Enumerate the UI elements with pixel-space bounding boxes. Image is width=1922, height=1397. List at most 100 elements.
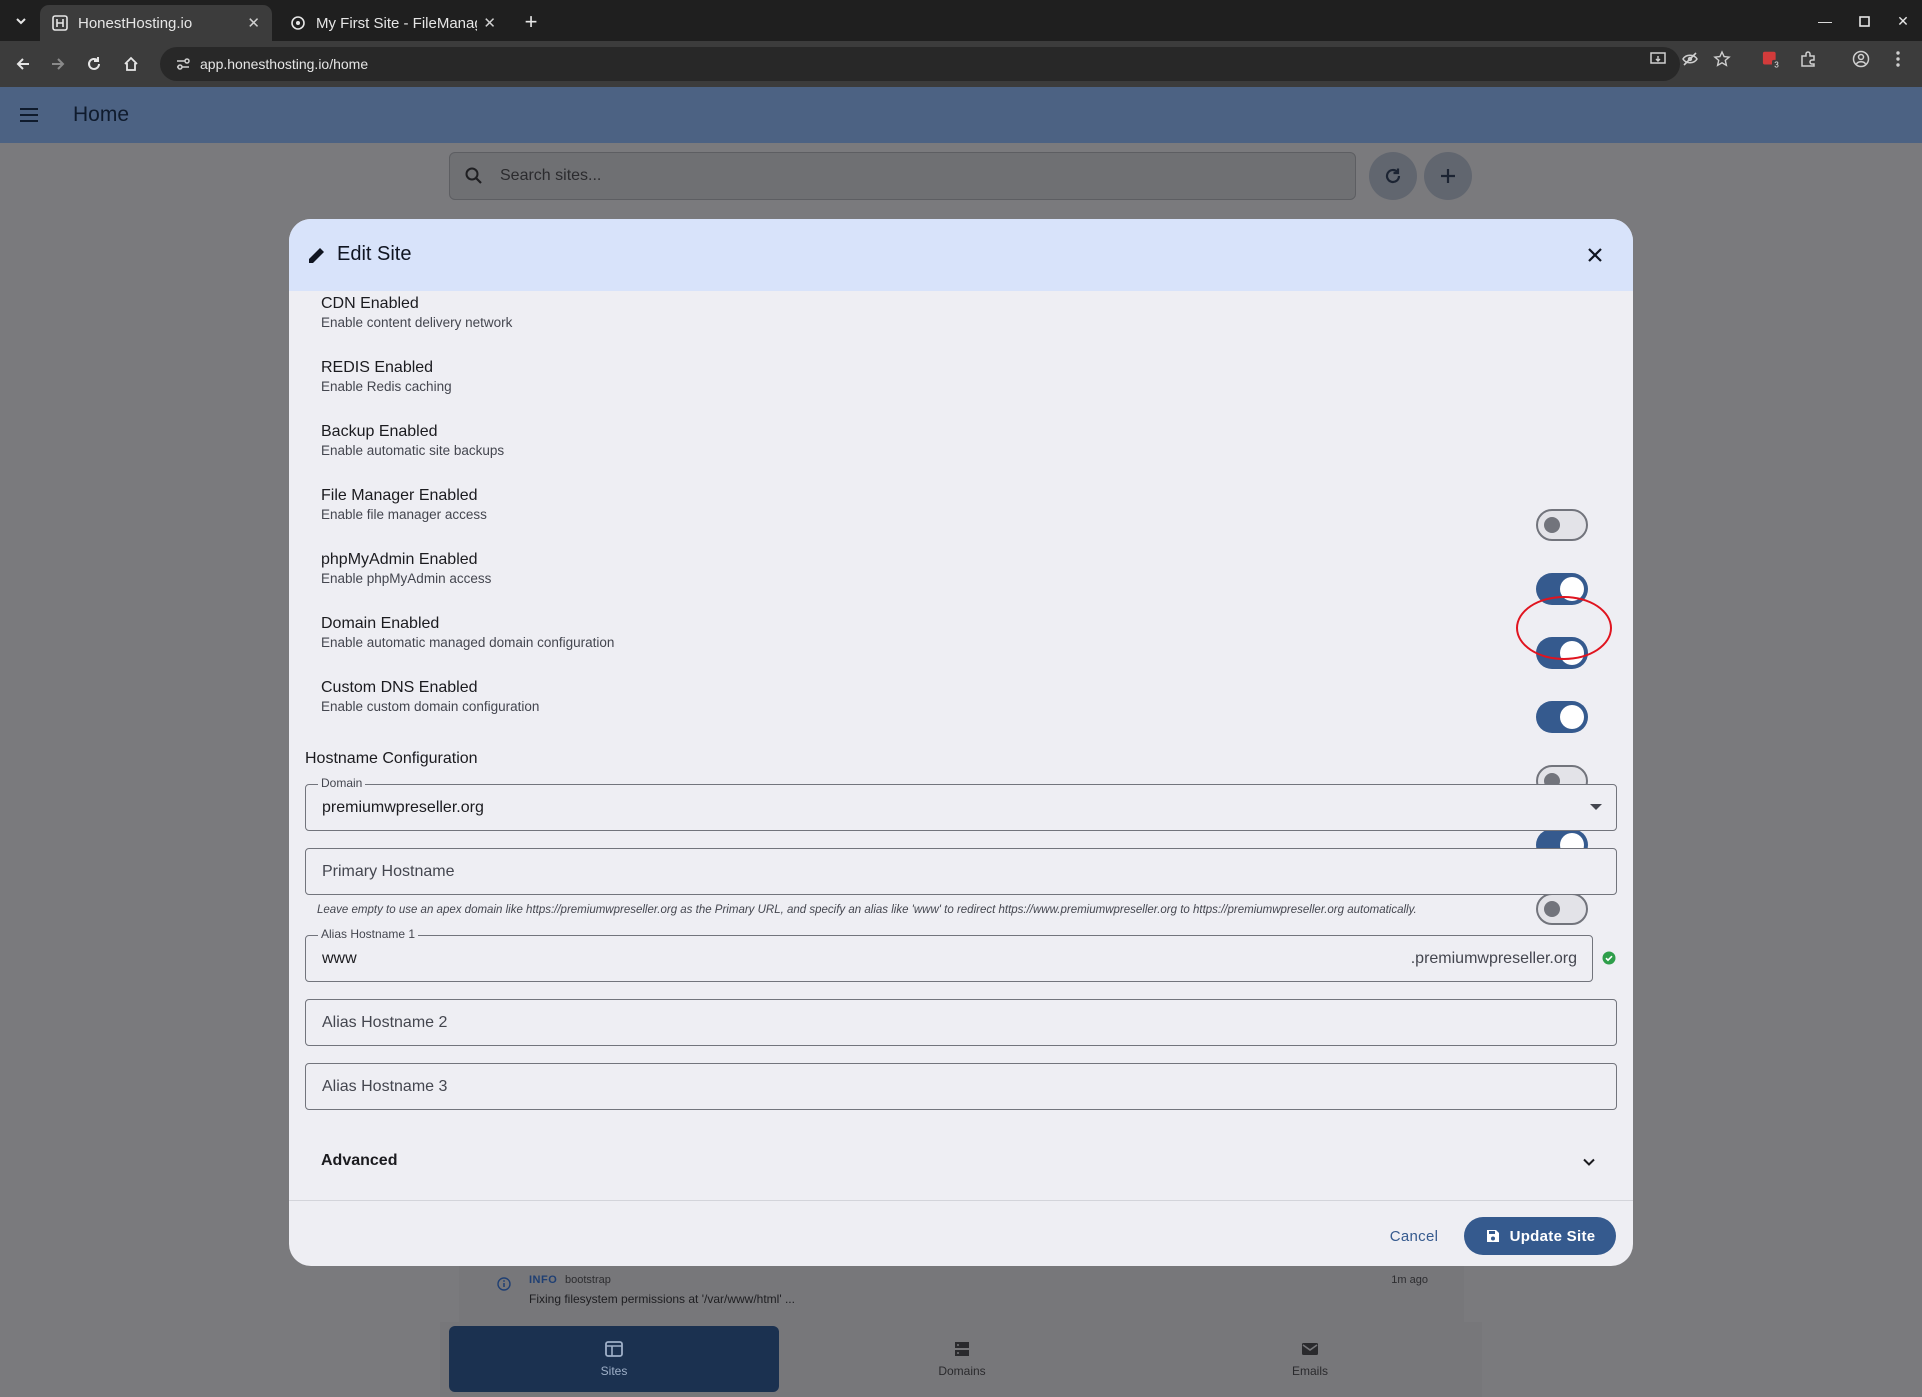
toggle-row-redis: REDIS Enabled Enable Redis caching <box>321 359 1601 413</box>
filemanager-favicon-icon <box>290 15 306 31</box>
search-input[interactable] <box>500 167 1300 185</box>
reload-icon[interactable] <box>81 51 107 77</box>
site-info-icon[interactable] <box>168 56 198 72</box>
extensions-puzzle-icon[interactable] <box>1798 49 1818 69</box>
hostname-section-title: Hostname Configuration <box>305 750 478 767</box>
highlight-annotation <box>1516 596 1612 660</box>
log-time: 1m ago <box>1391 1274 1428 1286</box>
dialog-title: Edit Site <box>337 243 412 265</box>
nav-label: Emails <box>1291 1364 1328 1378</box>
toggle-label: Backup Enabled <box>321 423 438 440</box>
nav-emails[interactable]: Emails <box>1145 1326 1475 1392</box>
window-close-icon[interactable]: ✕ <box>1890 8 1916 34</box>
app-bar: Home <box>0 87 1922 143</box>
dropdown-arrow-icon <box>1590 804 1602 810</box>
address-bar[interactable]: app.honesthosting.io/home <box>160 47 1680 81</box>
alias-1-value: www <box>322 950 357 967</box>
field-label: Alias Hostname 1 <box>318 927 419 941</box>
tab-title: HonestHosting.io <box>78 14 193 32</box>
alias-hostname-3-field[interactable]: Alias Hostname 3 <box>305 1063 1617 1110</box>
emails-icon <box>1302 1343 1318 1355</box>
primary-hostname-field[interactable]: Primary Hostname <box>305 848 1617 895</box>
alias-1-suffix: .premiumwpreseller.org <box>1410 950 1577 967</box>
refresh-icon <box>1385 168 1401 184</box>
tab-close-icon[interactable]: ✕ <box>247 14 260 32</box>
page-title: Home <box>73 103 130 126</box>
toggle-row-phpmyadmin: phpMyAdmin Enabled Enable phpMyAdmin acc… <box>321 551 1601 605</box>
install-app-icon[interactable] <box>1648 49 1668 69</box>
new-tab-icon[interactable]: + <box>518 9 544 35</box>
field-placeholder: Primary Hostname <box>322 863 455 880</box>
cancel-button[interactable]: Cancel <box>1385 1223 1443 1249</box>
tab-title: My First Site - FileManag <box>316 14 478 32</box>
toggle-description: Enable automatic site backups <box>321 443 505 458</box>
eye-off-icon[interactable] <box>1680 49 1700 69</box>
browser-tab-bar: HonestHosting.io ✕ My First Site - FileM… <box>0 0 1922 41</box>
toggle-row-domain: Domain Enabled Enable automatic managed … <box>321 615 1601 669</box>
field-label: Domain <box>318 776 366 790</box>
advanced-label: Advanced <box>321 1152 398 1169</box>
extension-badge-icon[interactable]: 3 <box>1762 49 1782 70</box>
tab-close-icon[interactable]: ✕ <box>483 14 496 32</box>
toggle-row-file-manager: File Manager Enabled Enable file manager… <box>321 487 1601 541</box>
search-bar[interactable] <box>449 152 1356 200</box>
update-site-label: Update Site <box>1509 1227 1596 1245</box>
close-icon[interactable] <box>1582 242 1608 268</box>
toggle-description: Enable custom domain configuration <box>321 699 540 714</box>
home-icon[interactable] <box>118 51 144 77</box>
toggle-description: Enable phpMyAdmin access <box>321 571 492 586</box>
toggle-label: Domain Enabled <box>321 615 440 632</box>
advanced-expander[interactable]: Advanced <box>305 1140 1617 1196</box>
nav-label: Sites <box>600 1364 628 1378</box>
update-site-button[interactable]: Update Site <box>1464 1217 1616 1255</box>
nav-label: Domains <box>938 1364 986 1378</box>
tab-honesthosting[interactable]: HonestHosting.io ✕ <box>40 5 272 41</box>
back-icon[interactable] <box>10 51 36 77</box>
toggle-row-cdn: CDN Enabled Enable content delivery netw… <box>321 295 1601 349</box>
url-text: app.honesthosting.io/home <box>200 56 369 72</box>
maximize-icon[interactable] <box>1851 8 1877 34</box>
toggle-row-backup: Backup Enabled Enable automatic site bac… <box>321 423 1601 477</box>
browser-menu-icon[interactable] <box>1888 49 1908 69</box>
domain-value: premiumwpreseller.org <box>322 799 484 816</box>
tab-filemanager[interactable]: My First Site - FileManag ✕ <box>278 5 508 41</box>
toggle-label: CDN Enabled <box>321 295 419 312</box>
log-message: Fixing filesystem permissions at '/var/w… <box>529 1292 795 1306</box>
tab-search-dropdown-icon[interactable] <box>8 8 34 34</box>
toggle-label: File Manager Enabled <box>321 487 478 504</box>
log-source: bootstrap <box>565 1274 611 1286</box>
minimize-icon[interactable]: — <box>1812 8 1838 34</box>
forward-icon[interactable] <box>45 51 71 77</box>
dialog-header: Edit Site <box>289 219 1633 291</box>
plus-icon <box>1441 169 1455 183</box>
alias-hostname-2-field[interactable]: Alias Hostname 2 <box>305 999 1617 1046</box>
domain-select[interactable]: Domain premiumwpreseller.org <box>305 776 1617 831</box>
pencil-icon <box>306 244 328 271</box>
toggle-description: Enable file manager access <box>321 507 487 522</box>
search-icon <box>460 166 488 186</box>
toggle-description: Enable content delivery network <box>321 315 513 330</box>
alias-hostname-1-field[interactable]: Alias Hostname 1 www .premiumwpreseller.… <box>305 927 1593 982</box>
profile-icon[interactable] <box>1851 49 1871 69</box>
refresh-button[interactable] <box>1369 152 1417 200</box>
footer-divider <box>289 1200 1633 1201</box>
save-icon <box>1485 1228 1501 1244</box>
log-level: INFO <box>529 1274 558 1286</box>
log-entry: INFO bootstrap 1m ago Fixing filesystem … <box>459 1260 1464 1322</box>
hostname-hint: Leave empty to use an apex domain like h… <box>317 904 1417 916</box>
field-placeholder: Alias Hostname 2 <box>322 1014 448 1031</box>
nav-sites[interactable]: Sites <box>449 1326 779 1392</box>
toggle-description: Enable automatic managed domain configur… <box>321 635 615 650</box>
custom-dns-toggle[interactable] <box>1536 893 1588 925</box>
toggle-label: phpMyAdmin Enabled <box>321 551 478 568</box>
bottom-navigation: Sites Domains Emails <box>440 1322 1482 1397</box>
browser-toolbar: app.honesthosting.io/home 3 <box>0 41 1922 87</box>
add-site-button[interactable] <box>1424 152 1472 200</box>
toggle-row-custom-dns: Custom DNS Enabled Enable custom domain … <box>321 679 1601 733</box>
hamburger-menu-icon[interactable] <box>17 103 41 127</box>
bookmark-star-icon[interactable] <box>1712 49 1732 69</box>
chevron-down-icon <box>1581 1154 1597 1175</box>
svg-text:3: 3 <box>1774 61 1779 70</box>
nav-domains[interactable]: Domains <box>797 1326 1127 1392</box>
info-icon <box>497 1277 511 1296</box>
